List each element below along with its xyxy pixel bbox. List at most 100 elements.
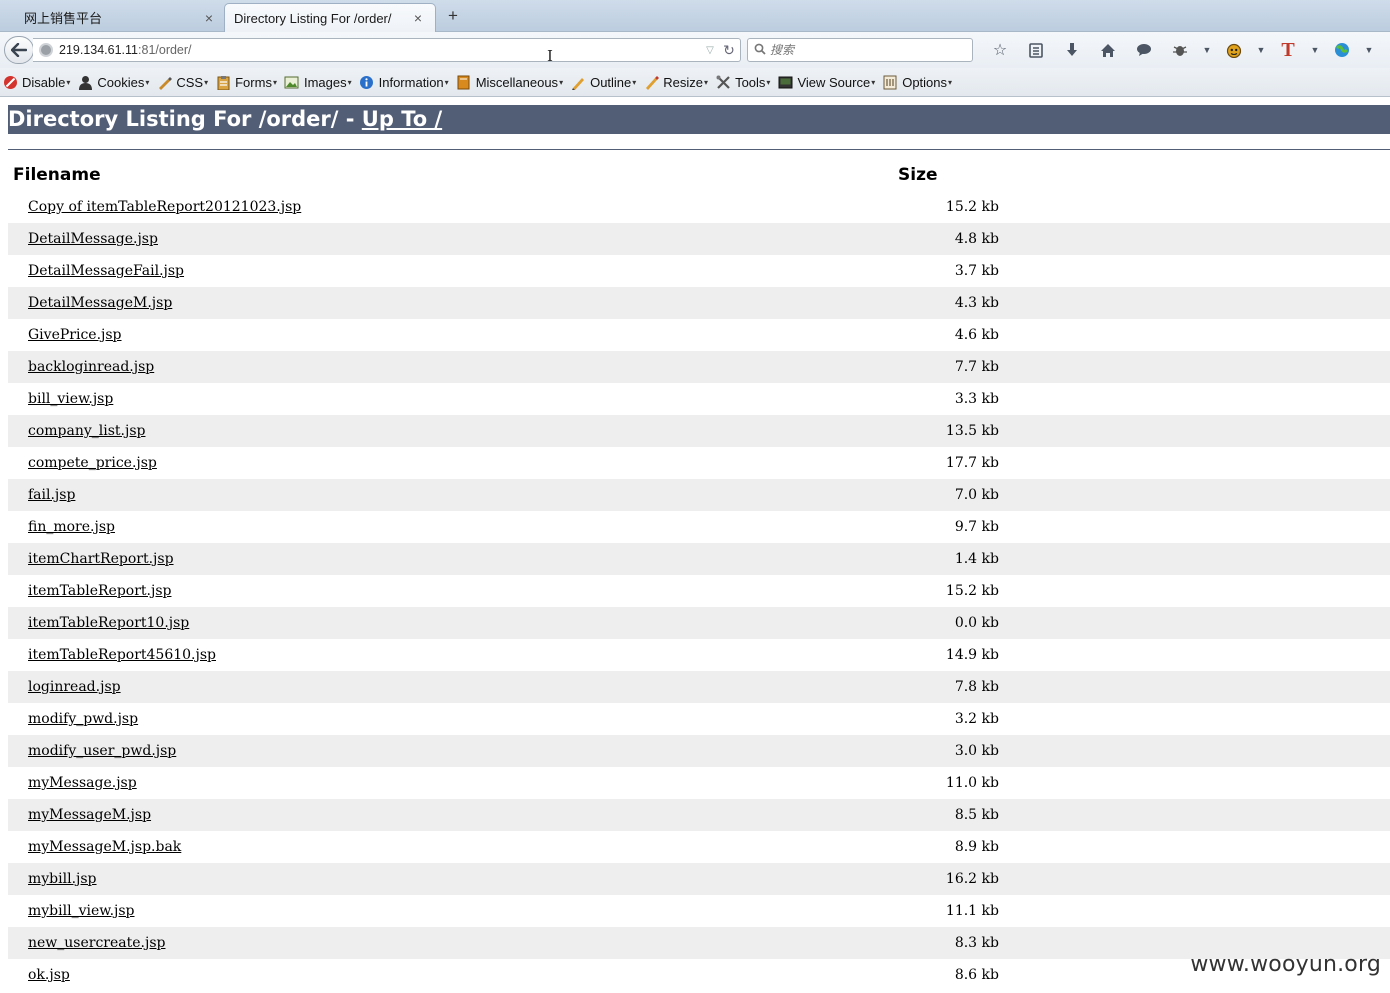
tab-directory-listing[interactable]: Directory Listing For /order/ × (224, 3, 436, 32)
new-tab-button[interactable]: + (443, 4, 463, 28)
file-link[interactable]: mybill.jsp (28, 871, 97, 887)
size-cell: 4.6 kb (954, 327, 999, 343)
firebug-icon[interactable] (1162, 38, 1198, 62)
chevron-down-icon[interactable]: ▼ (1198, 38, 1216, 62)
file-link[interactable]: modify_pwd.jsp (28, 711, 138, 727)
file-link[interactable]: myMessage.jsp (28, 775, 137, 791)
file-link[interactable]: itemTableReport10.jsp (28, 615, 189, 631)
tools-icon (715, 74, 731, 90)
file-link[interactable]: myMessageM.jsp.bak (28, 839, 181, 855)
file-link[interactable]: ok.jsp (28, 967, 70, 983)
bookmarks-menu-icon[interactable] (1018, 38, 1054, 62)
reload-icon[interactable]: ↻ (718, 42, 740, 59)
table-row: DetailMessageM.jsp 4.3 kb (8, 287, 1390, 319)
file-link[interactable]: modify_user_pwd.jsp (28, 743, 176, 759)
table-row: mybill_view.jsp 11.1 kb (8, 895, 1390, 927)
size-cell: 3.3 kb (954, 391, 999, 407)
file-link[interactable]: myMessageM.jsp (28, 807, 151, 823)
tab-sales-platform[interactable]: 网上销售平台 × (0, 3, 226, 32)
dev-menu-label: Miscellaneous (475, 74, 559, 90)
outline-icon (570, 74, 586, 90)
file-link[interactable]: fail.jsp (28, 487, 75, 503)
filename-cell: myMessageM.jsp.bak (8, 839, 892, 855)
dev-menu-tools[interactable]: Tools ▾ (715, 74, 770, 90)
table-row: loginread.jsp 7.8 kb (8, 671, 1390, 703)
size-cell: 8.9 kb (954, 839, 999, 855)
table-row: itemChartReport.jsp 1.4 kb (8, 543, 1390, 575)
file-link[interactable]: bill_view.jsp (28, 391, 113, 407)
globe-addon-icon[interactable] (1324, 38, 1360, 62)
tab-title: Directory Listing For /order/ (234, 10, 392, 26)
downloads-icon[interactable] (1054, 38, 1090, 62)
dev-menu-view-source[interactable]: View Source ▾ (777, 74, 875, 90)
chevron-down-icon: ▾ (66, 77, 71, 87)
greasemonkey-icon[interactable] (1216, 38, 1252, 62)
file-link[interactable]: company_list.jsp (28, 423, 145, 439)
url-text[interactable]: 219.134.61.11:81/order/ (59, 43, 702, 57)
chevron-down-icon[interactable]: ▼ (1360, 38, 1378, 62)
chevron-down-icon: ▾ (347, 77, 352, 87)
filename-cell: bill_view.jsp (8, 391, 892, 407)
bookmark-star-icon[interactable]: ☆ (982, 38, 1018, 62)
search-bar[interactable] (747, 38, 973, 62)
file-link[interactable]: itemChartReport.jsp (28, 551, 174, 567)
table-row: DetailMessage.jsp 4.8 kb (8, 223, 1390, 255)
file-link[interactable]: loginread.jsp (28, 679, 121, 695)
file-link[interactable]: fin_more.jsp (28, 519, 115, 535)
url-bar[interactable]: 219.134.61.11:81/order/ ▽ ↻ (33, 38, 741, 62)
table-row: DetailMessageFail.jsp 3.7 kb (8, 255, 1390, 287)
table-row: ok.jsp 8.6 kb (8, 959, 1390, 991)
size-cell: 13.5 kb (945, 423, 999, 439)
file-link[interactable]: itemTableReport45610.jsp (28, 647, 216, 663)
file-link[interactable]: mybill_view.jsp (28, 903, 135, 919)
dev-menu-disable[interactable]: Disable ▾ (2, 74, 70, 90)
file-link[interactable]: DetailMessageFail.jsp (28, 263, 184, 279)
dev-menu-information[interactable]: Information ▾ (359, 74, 449, 90)
table-row: GivePrice.jsp 4.6 kb (8, 319, 1390, 351)
file-link[interactable]: Copy of itemTableReport20121023.jsp (28, 199, 301, 215)
text-tool-icon[interactable]: T (1270, 38, 1306, 62)
file-link[interactable]: compete_price.jsp (28, 455, 157, 471)
close-icon[interactable]: × (202, 10, 216, 26)
filename-cell: ok.jsp (8, 967, 892, 983)
chevron-down-icon: ▾ (871, 77, 876, 87)
file-link[interactable]: itemTableReport.jsp (28, 583, 171, 599)
chat-bubble-icon[interactable] (1126, 38, 1162, 62)
back-button[interactable] (4, 36, 34, 64)
file-link[interactable]: new_usercreate.jsp (28, 935, 165, 951)
dev-menu-options[interactable]: Options ▾ (882, 74, 952, 90)
dev-menu-resize[interactable]: Resize ▾ (643, 74, 708, 90)
site-identity-icon[interactable] (39, 43, 53, 57)
dev-menu-images[interactable]: Images ▾ (284, 74, 352, 90)
chevron-down-icon: ▾ (632, 77, 637, 87)
disable-icon (2, 74, 18, 90)
filename-cell: DetailMessageM.jsp (8, 295, 892, 311)
dev-menu-cookies[interactable]: Cookies ▾ (77, 74, 149, 90)
file-link[interactable]: DetailMessage.jsp (28, 231, 158, 247)
file-link[interactable]: GivePrice.jsp (28, 327, 122, 343)
miscellaneous-icon (456, 74, 472, 90)
dev-menu-label: Information (378, 74, 444, 90)
dev-menu-label: Disable (22, 74, 66, 90)
dev-menu-label: Options (902, 74, 948, 90)
divider (8, 149, 1390, 150)
dev-menu-outline[interactable]: Outline ▾ (570, 74, 636, 90)
dev-menu-css[interactable]: CSS ▾ (156, 74, 208, 90)
chevron-down-icon: ▾ (272, 77, 277, 87)
search-input[interactable] (770, 43, 972, 57)
tab-strip: 网上销售平台 × Directory Listing For /order/ ×… (0, 0, 1390, 32)
file-link[interactable]: backloginread.jsp (28, 359, 154, 375)
dev-menu-forms[interactable]: Forms ▾ (215, 74, 277, 90)
history-dropdown-icon[interactable]: ▽ (702, 45, 718, 56)
up-to-parent-link[interactable]: Up To / (362, 107, 442, 131)
chevron-down-icon[interactable]: ▼ (1306, 38, 1324, 62)
back-arrow-icon (11, 43, 27, 57)
home-icon[interactable] (1090, 38, 1126, 62)
chevron-down-icon[interactable]: ▼ (1252, 38, 1270, 62)
dev-menu-miscellaneous[interactable]: Miscellaneous ▾ (456, 74, 563, 90)
filename-cell: fail.jsp (8, 487, 892, 503)
filename-cell: company_list.jsp (8, 423, 892, 439)
file-link[interactable]: DetailMessageM.jsp (28, 295, 172, 311)
table-row: Copy of itemTableReport20121023.jsp 15.2 … (8, 191, 1390, 223)
close-icon[interactable]: × (411, 10, 425, 26)
